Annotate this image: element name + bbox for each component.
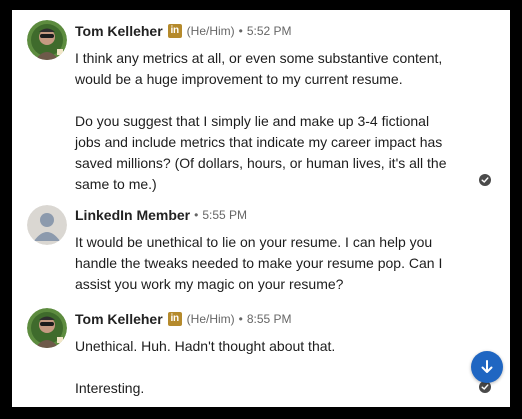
sender-name[interactable]: LinkedIn Member: [75, 207, 190, 223]
message-body: It would be unethical to lie on your res…: [75, 232, 455, 295]
sender-name[interactable]: Tom Kelleher: [75, 23, 163, 39]
message-paragraph: I think any metrics at all, or even some…: [75, 50, 443, 87]
avatar[interactable]: [27, 205, 67, 245]
timestamp: 8:55 PM: [246, 312, 292, 326]
separator: •: [238, 24, 243, 38]
message-paragraph: It would be unethical to lie on your res…: [75, 234, 443, 292]
separator: •: [194, 208, 199, 222]
scroll-to-bottom-button[interactable]: [471, 351, 503, 383]
arrow-down-icon: [481, 360, 493, 373]
timestamp: 5:52 PM: [246, 24, 292, 38]
pronouns: (He/Him): [186, 24, 235, 38]
avatar-photo-icon: [27, 308, 67, 348]
timestamp: 5:55 PM: [202, 208, 248, 222]
message-body: I think any metrics at all, or even some…: [75, 48, 455, 195]
sender-name[interactable]: Tom Kelleher: [75, 311, 163, 327]
message-paragraph: Unethical. Huh. Hadn't thought about tha…: [75, 338, 336, 354]
avatar[interactable]: [27, 308, 67, 348]
avatar[interactable]: [27, 20, 67, 60]
avatar-photo-icon: [27, 20, 67, 60]
read-receipt-icon: [479, 174, 491, 186]
pronouns: (He/Him): [186, 312, 235, 326]
premium-badge-icon: in: [167, 24, 182, 38]
message-thread: Tom Kelleher in (He/Him) • 5:52 PM I thi…: [12, 10, 510, 407]
default-avatar-icon: [27, 205, 67, 245]
message-paragraph: Interesting.: [75, 380, 145, 396]
separator: •: [238, 312, 243, 326]
message-paragraph: Do you suggest that I simply lie and mak…: [75, 113, 447, 192]
premium-badge-icon: in: [167, 312, 182, 326]
message-body: Unethical. Huh. Hadn't thought about tha…: [75, 336, 455, 399]
